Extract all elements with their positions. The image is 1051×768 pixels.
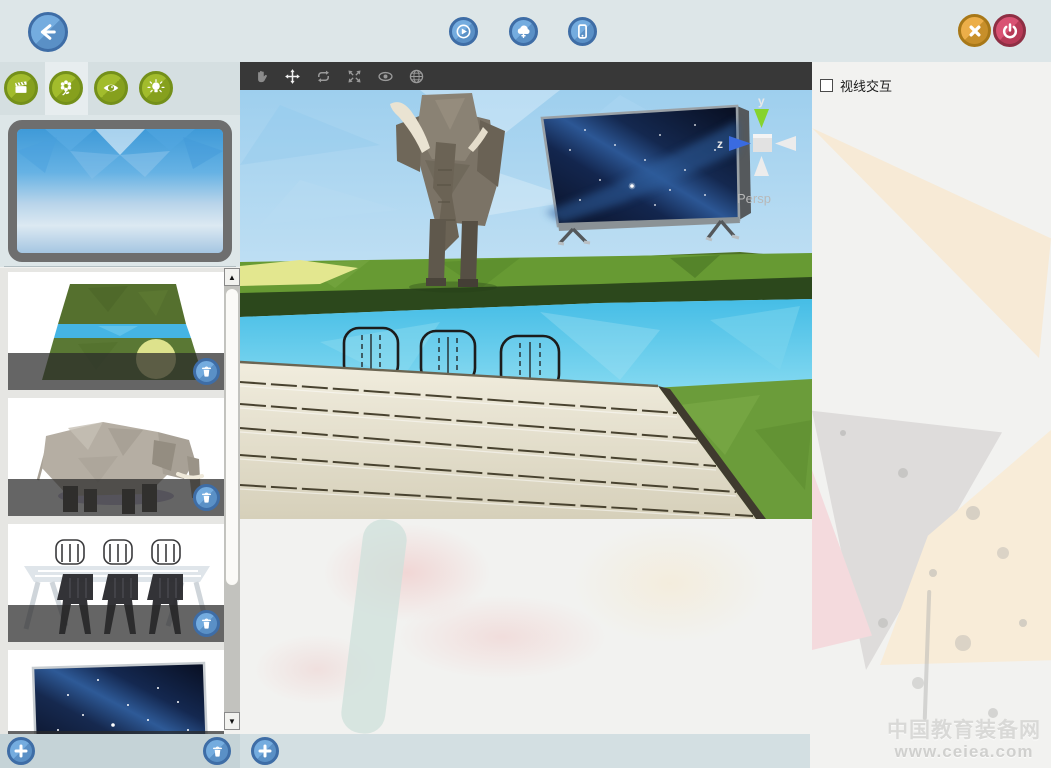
lowpoly-sky-image bbox=[17, 129, 223, 253]
gizmo-y-label: y bbox=[758, 94, 765, 108]
back-arrow-icon bbox=[38, 22, 58, 42]
mobile-device-icon bbox=[574, 23, 591, 40]
cloud-upload-icon bbox=[515, 23, 532, 40]
flower-icon bbox=[55, 77, 77, 99]
power-icon bbox=[1001, 22, 1019, 40]
scale-tool-icon[interactable] bbox=[345, 67, 363, 85]
cloud-sync-button[interactable] bbox=[509, 17, 538, 46]
asset-item-tv[interactable] bbox=[8, 650, 224, 734]
viewport: y z Persp bbox=[240, 62, 812, 519]
gaze-interaction-checkbox[interactable] bbox=[820, 79, 833, 92]
gizmo-perspective-label[interactable]: Persp bbox=[737, 191, 771, 206]
bg-splatter bbox=[250, 519, 810, 734]
asset-item-elephant[interactable] bbox=[8, 398, 224, 516]
gizmo-z-label: z bbox=[717, 137, 723, 151]
delete-all-button[interactable] bbox=[203, 737, 231, 765]
asset-list bbox=[0, 268, 224, 734]
asset-overlay-band bbox=[8, 479, 224, 516]
plus-icon bbox=[13, 743, 29, 759]
tool-preview-button[interactable] bbox=[94, 71, 128, 105]
tv-thumbnail bbox=[8, 650, 224, 734]
tool-models-button[interactable] bbox=[49, 71, 83, 105]
globe-icon[interactable] bbox=[407, 67, 425, 85]
bulb-icon bbox=[145, 77, 167, 99]
scroll-up-button[interactable]: ▲ bbox=[224, 268, 240, 286]
plus-icon bbox=[257, 743, 273, 759]
top-bar bbox=[0, 0, 1051, 62]
delete-elephant-button[interactable] bbox=[193, 484, 220, 511]
close-x-icon bbox=[966, 22, 984, 40]
tv-model[interactable] bbox=[542, 106, 751, 244]
add-object-button[interactable] bbox=[251, 737, 279, 765]
scene-thumbnail-sky[interactable] bbox=[8, 120, 232, 262]
tool-lighting-button[interactable] bbox=[139, 71, 173, 105]
sidebar-divider bbox=[4, 266, 236, 267]
asset-overlay-band bbox=[8, 353, 224, 390]
gaze-interaction-label: 视线交互 bbox=[840, 76, 892, 95]
sidebar-toolbar bbox=[0, 62, 240, 115]
mobile-preview-button[interactable] bbox=[568, 17, 597, 46]
trash-icon bbox=[199, 490, 214, 505]
trash-icon bbox=[210, 744, 225, 759]
delete-terrain-button[interactable] bbox=[193, 358, 220, 385]
play-icon bbox=[455, 23, 472, 40]
vr-scene-editor: ▲ ▼ bbox=[0, 0, 1051, 768]
delete-table-button[interactable] bbox=[193, 610, 220, 637]
eye-icon bbox=[100, 77, 122, 99]
scene-thumbnail-section bbox=[0, 115, 240, 267]
power-button[interactable] bbox=[993, 14, 1026, 47]
asset-item-table[interactable] bbox=[8, 524, 224, 642]
asset-list-scrollbar: ▲ ▼ bbox=[224, 268, 240, 730]
play-preview-button[interactable] bbox=[449, 17, 478, 46]
scroll-thumb[interactable] bbox=[225, 288, 239, 586]
bottom-bar-viewport bbox=[240, 734, 810, 768]
visibility-eye-icon[interactable] bbox=[376, 67, 394, 85]
asset-overlay-band bbox=[8, 605, 224, 642]
trash-icon bbox=[199, 616, 214, 631]
move-tool-icon[interactable] bbox=[283, 67, 301, 85]
bottom-bar-sidebar bbox=[0, 734, 240, 768]
back-button[interactable] bbox=[28, 12, 68, 52]
hand-tool-icon[interactable] bbox=[252, 67, 270, 85]
close-button[interactable] bbox=[958, 14, 991, 47]
right-panel: 视线交互 bbox=[812, 62, 1051, 768]
tool-scenes-button[interactable] bbox=[4, 71, 38, 105]
clapperboard-icon bbox=[10, 77, 32, 99]
gaze-interaction-row: 视线交互 bbox=[820, 76, 892, 95]
scroll-down-button[interactable]: ▼ bbox=[224, 712, 240, 730]
rotate-tool-icon[interactable] bbox=[314, 67, 332, 85]
scene-canvas[interactable]: y z Persp bbox=[240, 90, 812, 519]
viewport-toolbar bbox=[240, 62, 812, 90]
add-asset-button[interactable] bbox=[7, 737, 35, 765]
trash-icon bbox=[199, 364, 214, 379]
asset-item-terrain[interactable] bbox=[8, 272, 224, 390]
